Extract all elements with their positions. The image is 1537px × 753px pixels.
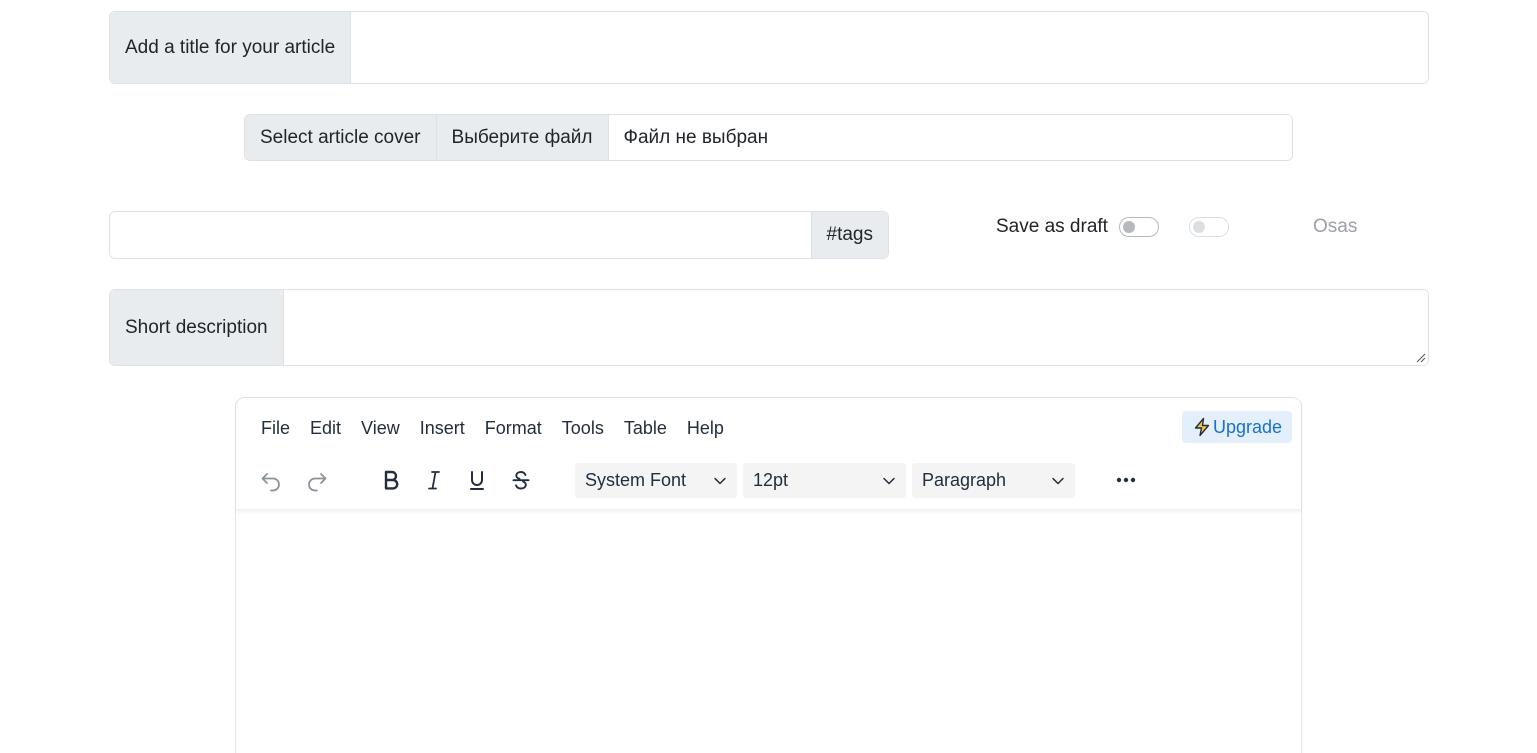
osas-label: Osas <box>1313 216 1358 237</box>
underline-icon <box>470 471 484 490</box>
article-cover-label: Select article cover <box>245 115 437 160</box>
menu-view[interactable]: View <box>351 418 410 439</box>
menu-format[interactable]: Format <box>475 418 552 439</box>
editor-content-area[interactable] <box>236 511 1301 753</box>
chevron-down-icon <box>1052 477 1064 485</box>
choose-file-button[interactable]: Выберите файл <box>436 115 609 160</box>
menu-table[interactable]: Table <box>614 418 677 439</box>
chevron-down-icon <box>714 477 726 485</box>
lightning-icon <box>1194 417 1210 437</box>
file-status-text: Файл не выбран <box>608 115 1292 160</box>
editor-header: File Edit View Insert Format Tools Table… <box>236 398 1301 510</box>
secondary-toggle <box>1189 217 1229 237</box>
menu-edit[interactable]: Edit <box>300 418 351 439</box>
italic-button[interactable] <box>416 462 452 498</box>
font-size-value: 12pt <box>753 470 789 490</box>
font-size-select[interactable]: 12pt <box>743 463 906 498</box>
article-title-group: Add a title for your article <box>109 11 1429 84</box>
save-draft-toggle[interactable] <box>1119 217 1159 237</box>
font-family-select[interactable]: System Font <box>575 463 737 498</box>
chevron-down-icon <box>883 477 895 485</box>
undo-button[interactable] <box>253 462 289 498</box>
tags-group: #tags <box>109 211 889 259</box>
editor-toolbar: System Font 12pt Paragraph <box>236 462 1301 500</box>
upgrade-label: Upgrade <box>1212 416 1283 437</box>
block-format-select[interactable]: Paragraph <box>912 463 1075 498</box>
bold-icon <box>384 470 399 490</box>
font-family-value: System Font <box>585 470 687 490</box>
more-toolbar-button[interactable] <box>1108 462 1144 498</box>
more-icon <box>1116 477 1136 483</box>
redo-button[interactable] <box>299 462 335 498</box>
tags-addon: #tags <box>810 212 888 258</box>
short-description-group: Short description <box>109 289 1429 366</box>
menu-help[interactable]: Help <box>677 418 734 439</box>
toggle-knob <box>1193 221 1205 233</box>
article-cover-group: Select article cover Выберите файл Файл … <box>244 114 1293 161</box>
tags-input[interactable] <box>110 212 811 258</box>
editor-menubar: File Edit View Insert Format Tools Table… <box>251 418 734 439</box>
save-draft-label: Save as draft <box>996 216 1108 237</box>
rich-text-editor: File Edit View Insert Format Tools Table… <box>235 397 1302 753</box>
italic-icon <box>428 471 440 490</box>
menu-insert[interactable]: Insert <box>410 418 475 439</box>
toggle-knob <box>1123 221 1135 233</box>
save-draft-row: Save as draft <box>996 214 1108 240</box>
bold-button[interactable] <box>373 462 409 498</box>
upgrade-button[interactable]: Upgrade <box>1182 411 1292 443</box>
block-format-value: Paragraph <box>922 470 1007 490</box>
menu-tools[interactable]: Tools <box>552 418 614 439</box>
strikethrough-button[interactable] <box>503 462 539 498</box>
redo-icon <box>308 473 327 492</box>
short-description-label: Short description <box>110 290 284 365</box>
article-title-input[interactable] <box>351 12 1428 83</box>
underline-button[interactable] <box>459 462 495 498</box>
undo-icon <box>261 473 280 492</box>
resize-grip-icon[interactable] <box>1416 353 1426 363</box>
short-description-input[interactable] <box>283 290 1428 365</box>
strikethrough-icon <box>512 471 530 490</box>
menu-file[interactable]: File <box>251 418 300 439</box>
article-title-label: Add a title for your article <box>110 12 352 83</box>
